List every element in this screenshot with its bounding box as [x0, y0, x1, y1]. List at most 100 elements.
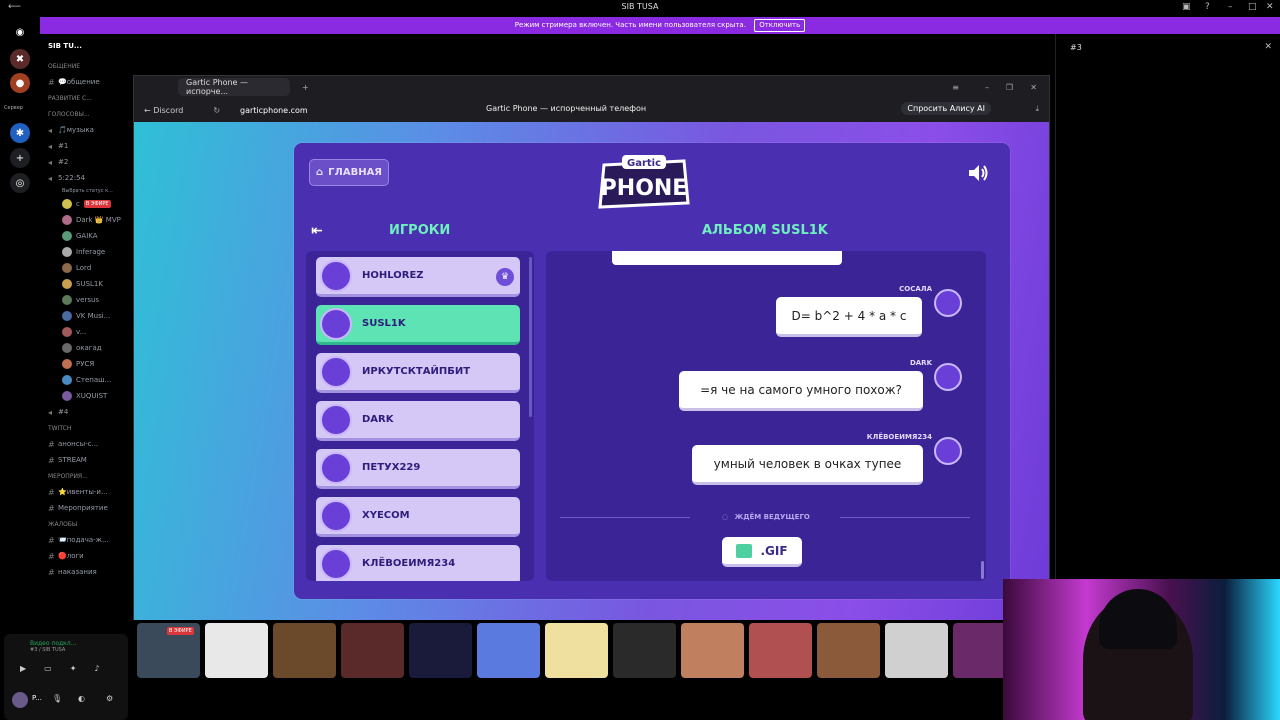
home-button[interactable]: ⌂ ГЛАВНАЯ	[309, 159, 389, 186]
voice-member[interactable]: cВ ЭФИРЕ	[40, 196, 132, 212]
stream-tile[interactable]	[681, 623, 744, 678]
players-title: ИГРОКИ	[389, 223, 451, 238]
channel-item[interactable]: # наказания	[40, 564, 132, 580]
reload-icon[interactable]: ↻	[213, 106, 220, 115]
server-icon[interactable]: ✖	[10, 49, 30, 69]
voice-member[interactable]: XUQUIST	[40, 388, 132, 404]
channel-category[interactable]: ЖАЛОБЫ	[40, 516, 132, 532]
stream-tile[interactable]	[885, 623, 948, 678]
minimize-icon[interactable]: –	[985, 83, 989, 92]
player-card[interactable]: XYECOM	[316, 497, 520, 537]
stream-tile[interactable]	[613, 623, 676, 678]
sound-icon[interactable]	[966, 161, 990, 185]
server-icon[interactable]: ●	[10, 73, 30, 93]
close-icon[interactable]: ✕	[1030, 83, 1037, 92]
stream-tile[interactable]: В ЭФИРЕ	[137, 623, 200, 678]
voice-member[interactable]: GAIKA	[40, 228, 132, 244]
back-icon[interactable]: ⟵	[8, 2, 21, 12]
channel-item[interactable]: # 🔴логи	[40, 548, 132, 564]
voice-member[interactable]: versus	[40, 292, 132, 308]
stream-tile[interactable]	[205, 623, 268, 678]
channel-item[interactable]: ◂ #2	[40, 154, 132, 170]
stream-tile[interactable]	[477, 623, 540, 678]
channel-category[interactable]: РАЗВИТИЕ С...	[40, 90, 132, 106]
player-card[interactable]: ПЕТУХ229	[316, 449, 520, 489]
avatar[interactable]	[12, 692, 28, 708]
album-feed: ◌ ЖДЁМ ВЕДУЩЕГО .GIF СОСАЛА D= b^2 + 4 * …	[546, 251, 986, 581]
server-icon[interactable]: ✱	[10, 123, 30, 143]
download-icon[interactable]: ⤓	[1035, 104, 1039, 114]
microphone-icon[interactable]: 🎙	[52, 694, 62, 703]
channel-category[interactable]: TWITCH	[40, 420, 132, 436]
channel-label: РАЗВИТИЕ С...	[48, 94, 92, 102]
stream-tile[interactable]	[273, 623, 336, 678]
close-panel-icon[interactable]: ✕	[1264, 42, 1272, 52]
channel-item[interactable]: ◂ 🎵музыка	[40, 122, 132, 138]
voice-member[interactable]: v...	[40, 324, 132, 340]
channel-item[interactable]: ◂ #4	[40, 404, 132, 420]
channel-item[interactable]: # STREAM	[40, 452, 132, 468]
players-scrollbar[interactable]	[529, 257, 532, 417]
maximize-icon[interactable]: □	[1248, 2, 1257, 12]
url-field[interactable]: garticphone.com	[240, 106, 308, 115]
stream-tile[interactable]	[817, 623, 880, 678]
gif-button[interactable]: .GIF	[722, 537, 802, 567]
back-link[interactable]: ← Discord	[144, 106, 183, 115]
voice-member[interactable]: Lord	[40, 260, 132, 276]
channel-category[interactable]: ОБЩЕНИЕ	[40, 58, 132, 74]
voice-status: Видео подкл...	[30, 640, 77, 647]
add-server-icon[interactable]: +	[10, 148, 30, 168]
close-icon[interactable]: ✕	[1266, 2, 1274, 12]
stream-tile[interactable]	[749, 623, 812, 678]
menu-icon[interactable]: ≡	[952, 83, 959, 92]
album-scrollbar[interactable]	[981, 561, 984, 579]
stream-tile[interactable]	[341, 623, 404, 678]
new-tab-icon[interactable]: +	[302, 83, 309, 92]
voice-member[interactable]: Степаш...	[40, 372, 132, 388]
player-card[interactable]: ИРКУТСКТАЙПБИТ	[316, 353, 520, 393]
discover-icon[interactable]: ◎	[10, 173, 30, 193]
ask-alice-button[interactable]: Спросить Алису AI	[901, 102, 991, 115]
voice-member[interactable]: Dark 👑 MVP	[40, 212, 132, 228]
player-name: SUSL1K	[362, 318, 406, 329]
channel-item[interactable]: # ⭐ивенты-и...	[40, 484, 132, 500]
browser-tab[interactable]: Gartic Phone — испорче...	[178, 78, 290, 96]
voice-channel[interactable]: #3 / SIB TUSA	[4, 647, 128, 653]
channel-item[interactable]: # Мероприятие	[40, 500, 132, 516]
exit-arrow-icon[interactable]: ⇤	[311, 223, 323, 239]
voice-member[interactable]: окагад	[40, 340, 132, 356]
player-card[interactable]: КЛЁВОЕИМЯ234	[316, 545, 520, 581]
voice-member[interactable]: Inferage	[40, 244, 132, 260]
settings-gear-icon[interactable]: ⚙	[106, 694, 113, 703]
help-icon[interactable]: ?	[1205, 2, 1210, 12]
camera-icon[interactable]: ▶	[20, 664, 26, 676]
voice-member[interactable]: РУСЯ	[40, 356, 132, 372]
voice-member[interactable]: VK Musi...	[40, 308, 132, 324]
discord-home-icon[interactable]: ◉	[10, 22, 30, 42]
channel-item[interactable]: # 📨подача-ж...	[40, 532, 132, 548]
player-card[interactable]: HOHLOREZ ♛	[316, 257, 520, 297]
headphones-icon[interactable]: ◐	[78, 694, 85, 703]
channel-category[interactable]: ГОЛОСОВЫ...	[40, 106, 132, 122]
screen-share-icon[interactable]: ▭	[44, 664, 52, 676]
channel-item[interactable]: # 💬общение	[40, 74, 132, 90]
player-card[interactable]: SUSL1K	[316, 305, 520, 345]
minimize-icon[interactable]: –	[1228, 2, 1233, 12]
voice-member[interactable]: SUSL1K	[40, 276, 132, 292]
channel-item[interactable]: ◂ 5:22:54	[40, 170, 132, 186]
channel-category[interactable]: МЕРОПРИЯ...	[40, 468, 132, 484]
channel-item[interactable]: ◂ #1	[40, 138, 132, 154]
soundboard-icon[interactable]: ♪	[94, 664, 99, 676]
server-name[interactable]: SIB TU...	[40, 34, 132, 58]
channel-item[interactable]: # анонсы-с...	[40, 436, 132, 452]
stream-tile[interactable]	[409, 623, 472, 678]
restore-icon[interactable]: ❐	[1006, 83, 1013, 92]
channel-label: 🎵музыка	[58, 126, 94, 134]
channel-item[interactable]: Выбрать статус к...	[40, 186, 132, 196]
cast-icon[interactable]: ▣	[1182, 2, 1191, 12]
channel-label: Степаш...	[76, 376, 112, 384]
activities-icon[interactable]: ✦	[70, 664, 77, 676]
stream-tile[interactable]	[545, 623, 608, 678]
disable-streamer-mode-button[interactable]: Отключить	[754, 19, 806, 32]
player-card[interactable]: DARK	[316, 401, 520, 441]
